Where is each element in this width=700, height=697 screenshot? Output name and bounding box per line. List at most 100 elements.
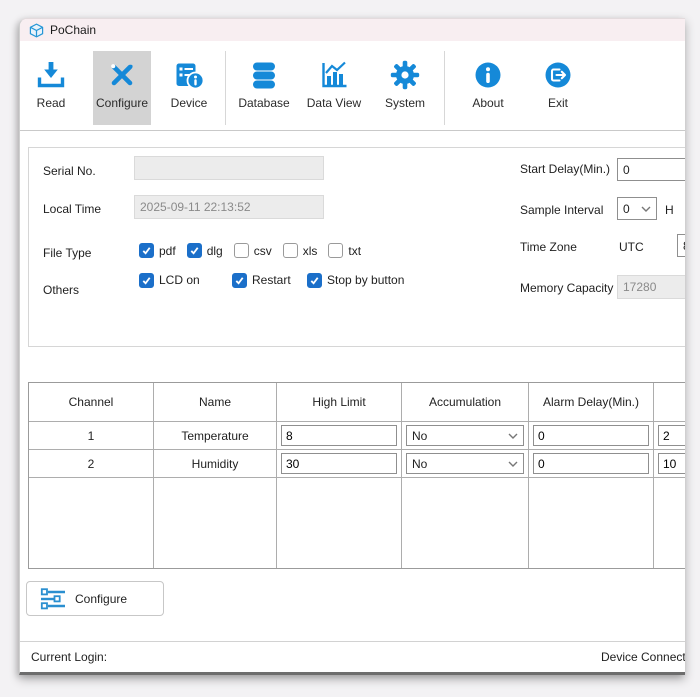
accumulation-value: No [412,429,427,443]
local-time-field[interactable] [134,195,324,219]
extra-input[interactable] [658,425,685,446]
checkbox-dlg[interactable]: dlg [187,243,223,258]
header-name: Name [154,383,277,421]
toolbar-separator [444,51,445,125]
chevron-down-icon [508,433,518,439]
alarm-delay-cell [529,450,654,477]
start-delay-field[interactable] [617,158,685,181]
toolbar-configure-button[interactable]: Configure [93,51,151,125]
extra-cell [654,422,685,449]
header-high-limit: High Limit [277,383,402,421]
alarm-delay-cell [529,422,654,449]
time-zone-field[interactable] [677,234,685,257]
sample-interval-select[interactable]: 0 [617,197,657,220]
header-alarm-delay: Alarm Delay(Min.) [529,383,654,421]
file-type-options: pdf dlg csv xls txt [139,243,361,258]
serial-no-field[interactable] [134,156,324,180]
data-view-chart-icon [318,59,350,91]
toolbar-system-button[interactable]: System [375,51,435,125]
checkbox-txt[interactable]: txt [328,243,361,258]
app-window: PoChain Read Configure [19,18,685,675]
accumulation-cell: No [402,422,529,449]
checkbox-xls[interactable]: xls [283,243,318,258]
dlg-checkbox-icon[interactable] [187,243,202,258]
app-cube-icon [29,23,44,38]
lcd-on-label: LCD on [159,273,200,287]
csv-checkbox-icon[interactable] [234,243,249,258]
toolbar-dataview-label: Data View [307,96,361,110]
exit-logout-icon [542,59,574,91]
toolbar-read-label: Read [37,96,66,110]
toolbar-device-label: Device [171,96,208,110]
restart-checkbox-icon[interactable] [232,273,247,288]
toolbar-read-button[interactable]: Read [22,51,80,125]
accumulation-select[interactable]: No [406,453,524,474]
local-time-label: Local Time [43,202,101,216]
restart-label: Restart [252,273,291,287]
channel-cell: 1 [29,422,154,449]
toolbar-about-button[interactable]: About [461,51,515,125]
toolbar-device-button[interactable]: Device [160,51,218,125]
accumulation-select[interactable]: No [406,425,524,446]
pdf-label: pdf [159,244,176,258]
others-label: Others [43,283,79,297]
checkbox-csv[interactable]: csv [234,243,272,258]
header-channel: Channel [29,383,154,421]
toolbar-database-label: Database [238,96,289,110]
memory-capacity-field[interactable] [617,275,685,299]
database-icon [248,59,280,91]
toolbar-exit-label: Exit [548,96,568,110]
about-info-icon [472,59,504,91]
high-limit-input[interactable] [281,425,397,446]
configure-tools-icon [106,59,138,91]
table-row: 1 Temperature No [29,421,685,449]
checkbox-restart[interactable]: Restart [232,273,291,288]
stop-by-button-checkbox-icon[interactable] [307,273,322,288]
header-extra [654,383,685,421]
channel-cell: 2 [29,450,154,477]
high-limit-cell [277,422,402,449]
toolbar-exit-button[interactable]: Exit [533,51,583,125]
serial-no-label: Serial No. [43,164,96,178]
stop-by-button-label: Stop by button [327,273,404,287]
configure-button[interactable]: Configure [26,581,164,616]
txt-checkbox-icon[interactable] [328,243,343,258]
current-login-text: Current Login: [31,650,107,664]
xls-checkbox-icon[interactable] [283,243,298,258]
dlg-label: dlg [207,244,223,258]
toolbar-system-label: System [385,96,425,110]
alarm-delay-input[interactable] [533,453,649,474]
channel-table: Channel Name High Limit Accumulation Ala… [28,382,685,569]
checkbox-lcd-on[interactable]: LCD on [139,273,200,288]
xls-label: xls [303,244,318,258]
table-row: 2 Humidity No [29,449,685,477]
status-bar: Current Login: Device Connected [20,641,685,672]
extra-cell [654,450,685,477]
toolbar-separator [225,51,226,125]
chevron-down-icon [641,206,651,212]
toolbar-dataview-button[interactable]: Data View [299,51,369,125]
file-type-label: File Type [43,246,91,260]
high-limit-input[interactable] [281,453,397,474]
window-title: PoChain [50,23,96,37]
chevron-down-icon [508,461,518,467]
start-delay-label: Start Delay(Min.) [520,162,610,176]
checkbox-pdf[interactable]: pdf [139,243,176,258]
toolbar: Read Configure Devi [20,41,685,131]
lcd-on-checkbox-icon[interactable] [139,273,154,288]
toolbar-about-label: About [472,96,503,110]
pdf-checkbox-icon[interactable] [139,243,154,258]
high-limit-cell [277,450,402,477]
settings-group: Serial No. Local Time File Type pdf dlg … [28,147,685,347]
checkbox-stop-by-button[interactable]: Stop by button [307,273,404,288]
sample-interval-label: Sample Interval [520,203,603,217]
toolbar-database-button[interactable]: Database [232,51,296,125]
title-bar: PoChain [20,19,685,41]
device-server-icon [173,59,205,91]
configure-button-label: Configure [75,592,127,606]
sample-interval-unit: H [665,203,674,217]
alarm-delay-input[interactable] [533,425,649,446]
txt-label: txt [348,244,361,258]
extra-input[interactable] [658,453,685,474]
table-header-row: Channel Name High Limit Accumulation Ala… [29,383,685,421]
